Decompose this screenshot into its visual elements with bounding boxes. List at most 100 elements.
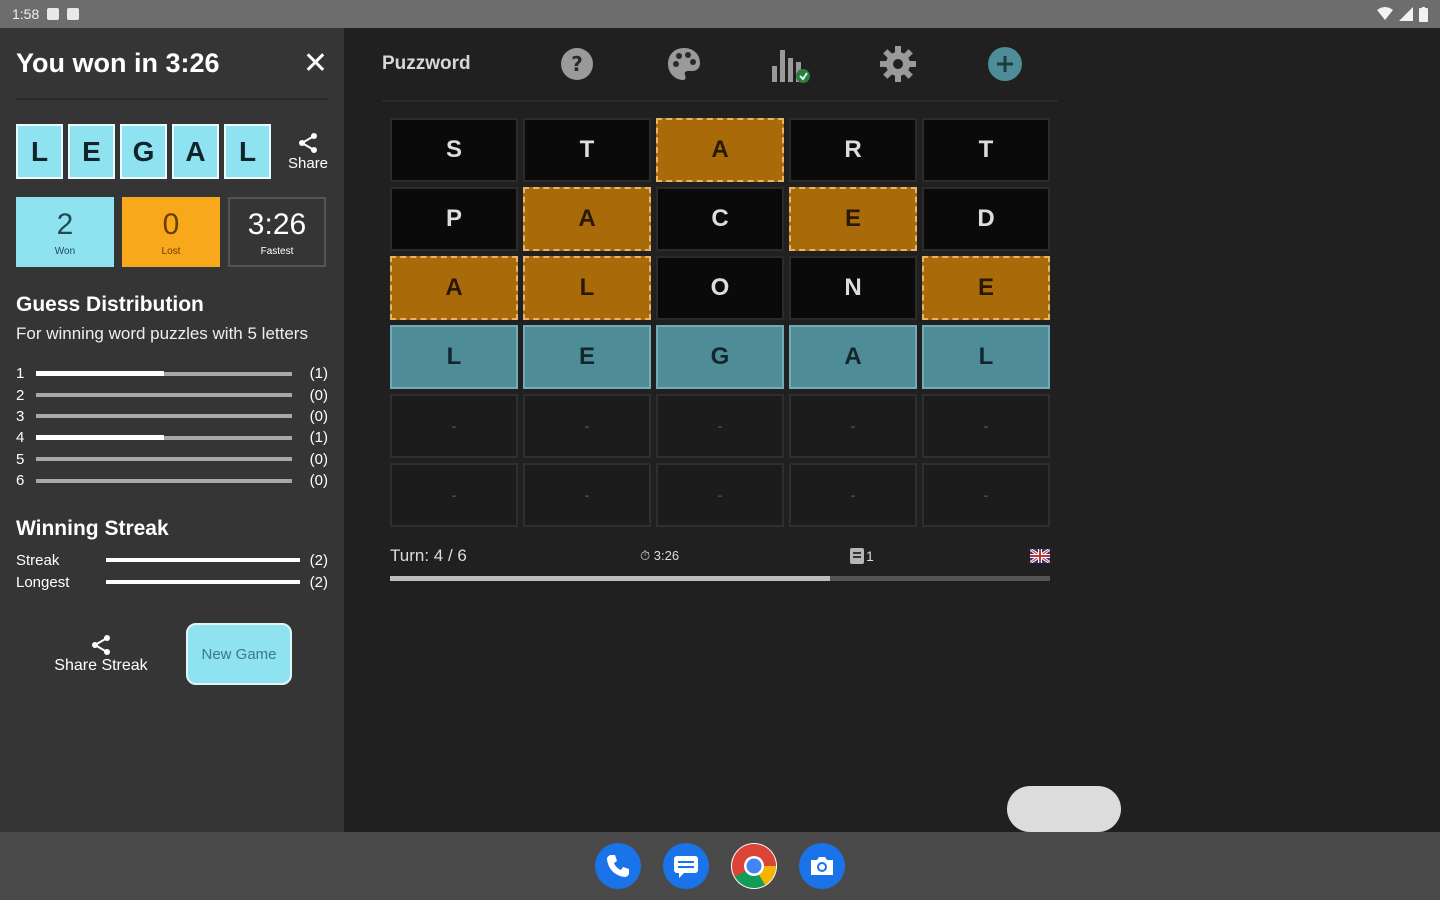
guess-number: 2 — [16, 386, 25, 404]
camera-icon — [811, 857, 833, 875]
close-icon[interactable]: ✕ — [303, 46, 328, 81]
guess-count: (0) — [309, 472, 328, 490]
theme-button[interactable] — [630, 46, 737, 82]
palette-icon — [667, 48, 700, 80]
hint-count: 1 — [866, 548, 874, 564]
plus-icon — [987, 47, 1022, 81]
distribution-bar — [36, 457, 292, 462]
game-board: STARTPACEDALONELEGAL---------- — [390, 118, 1050, 532]
board-tile: - — [789, 394, 917, 458]
streak-bar — [106, 558, 300, 563]
board-tile: E — [523, 325, 651, 389]
board-row: PACED — [390, 187, 1050, 251]
board-tile: G — [656, 325, 784, 389]
board-row: ----- — [390, 394, 1050, 458]
guess-distribution-subtitle: For winning word puzzles with 5 letters — [16, 324, 308, 343]
camera-app[interactable] — [799, 843, 845, 889]
board-tile: N — [789, 256, 917, 320]
statistics-button[interactable] — [737, 44, 844, 84]
board-tile: - — [656, 463, 784, 527]
hint-card-icon — [850, 548, 864, 564]
distribution-bar — [36, 393, 292, 398]
distribution-fill — [36, 434, 164, 440]
board-tile: - — [922, 394, 1050, 458]
stat-value: 3:26 — [247, 207, 307, 241]
streak-count: (2) — [309, 551, 328, 569]
distribution-row: 6 (0) — [16, 470, 328, 491]
guess-count: (0) — [309, 450, 328, 468]
guess-number: 5 — [16, 450, 25, 468]
distribution-row: 2 (0) — [16, 384, 328, 405]
phone-app[interactable] — [595, 843, 641, 889]
board-tile: - — [523, 463, 651, 527]
board-tile: L — [922, 325, 1050, 389]
share-streak-button[interactable]: Share Streak — [16, 633, 186, 675]
board-tile: - — [922, 463, 1050, 527]
results-header: You won in 3:26 ✕ — [16, 28, 328, 100]
messages-app[interactable] — [663, 843, 709, 889]
streak-count: (2) — [309, 573, 328, 591]
distribution-fill — [36, 370, 164, 376]
winning-streak: Streak (2) Longest (2) — [16, 549, 328, 593]
new-game-button[interactable]: New Game — [186, 623, 292, 686]
status-bar: 1:58 — [0, 0, 1440, 28]
guess-count: (0) — [309, 407, 328, 425]
guess-number: 1 — [16, 365, 25, 383]
board-tile: A — [523, 187, 651, 251]
guess-count: (1) — [309, 429, 328, 447]
guess-distribution-title: Guess Distribution — [16, 293, 204, 316]
board-tile: D — [922, 187, 1050, 251]
app-dock — [0, 832, 1440, 900]
share-streak-label: Share Streak — [54, 657, 148, 675]
signal-icon — [1399, 7, 1413, 21]
board-tile: L — [390, 325, 518, 389]
stat-value: 2 — [56, 207, 74, 241]
distribution-row: 3 (0) — [16, 406, 328, 427]
svg-text:?: ? — [571, 52, 583, 76]
distribution-row: 5 (0) — [16, 449, 328, 470]
bar-chart-icon — [771, 50, 810, 83]
share-icon — [92, 635, 110, 656]
turn-progress-bar — [390, 576, 1050, 581]
hint-counter[interactable]: 1 — [850, 548, 874, 564]
stats-row: 2 Won 0 Lost 3:26 Fastest — [16, 197, 328, 267]
stat-label: Lost — [161, 245, 181, 257]
streak-label: Streak — [16, 551, 60, 569]
home-gesture-pill[interactable] — [1007, 786, 1121, 832]
board-tile: T — [922, 118, 1050, 182]
help-button[interactable]: ? — [523, 47, 630, 81]
distribution-bar — [36, 370, 292, 376]
solution-letter: L — [224, 124, 271, 179]
app-name: Puzzword — [382, 53, 471, 74]
board-tile: - — [390, 394, 518, 458]
guess-number: 6 — [16, 472, 25, 490]
wifi-icon — [1377, 7, 1393, 20]
solution-word: L E G A L Share — [16, 124, 328, 179]
results-panel: You won in 3:26 ✕ L E G A L Share 2 Won … — [0, 28, 344, 832]
settings-button[interactable] — [844, 45, 951, 83]
streak-bar — [106, 580, 300, 585]
distribution-bar — [36, 434, 292, 440]
share-button[interactable]: Share — [288, 131, 328, 172]
turn-progress-fill — [390, 576, 831, 581]
board-tile: P — [390, 187, 518, 251]
board-row: ALONE — [390, 256, 1050, 320]
board-tile: E — [789, 187, 917, 251]
board-tile: A — [656, 118, 784, 182]
streak-label: Longest — [16, 573, 70, 591]
uk-flag-icon[interactable] — [1030, 549, 1050, 563]
chrome-app[interactable] — [731, 843, 777, 889]
guess-number: 4 — [16, 429, 25, 447]
guess-distribution: 1 (1) 2 (0) 3 (0) 4 (1) 5 (0) 6 (0) — [16, 363, 328, 491]
message-icon — [674, 856, 698, 878]
new-puzzle-button[interactable] — [951, 46, 1058, 82]
streak-row: Streak (2) — [16, 549, 328, 571]
distribution-row: 1 (1) — [16, 363, 328, 384]
status-time: 1:58 — [12, 6, 40, 22]
board-tile: - — [390, 463, 518, 527]
guess-number: 3 — [16, 407, 25, 425]
share-label: Share — [288, 155, 329, 172]
board-tile: L — [523, 256, 651, 320]
stat-fastest: 3:26 Fastest — [228, 197, 326, 267]
share-icon — [299, 133, 318, 153]
